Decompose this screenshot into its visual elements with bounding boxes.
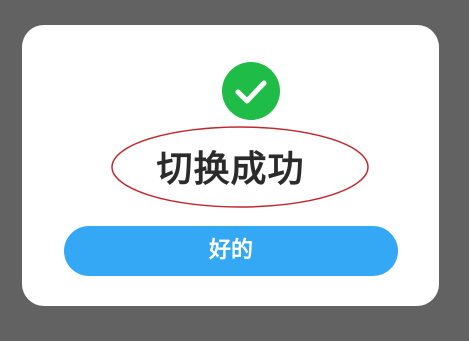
- success-dialog: 切换成功 好的: [22, 25, 439, 306]
- dialog-title: 切换成功: [156, 149, 305, 190]
- ok-button[interactable]: 好的: [64, 226, 398, 276]
- check-circle-icon: [222, 62, 280, 120]
